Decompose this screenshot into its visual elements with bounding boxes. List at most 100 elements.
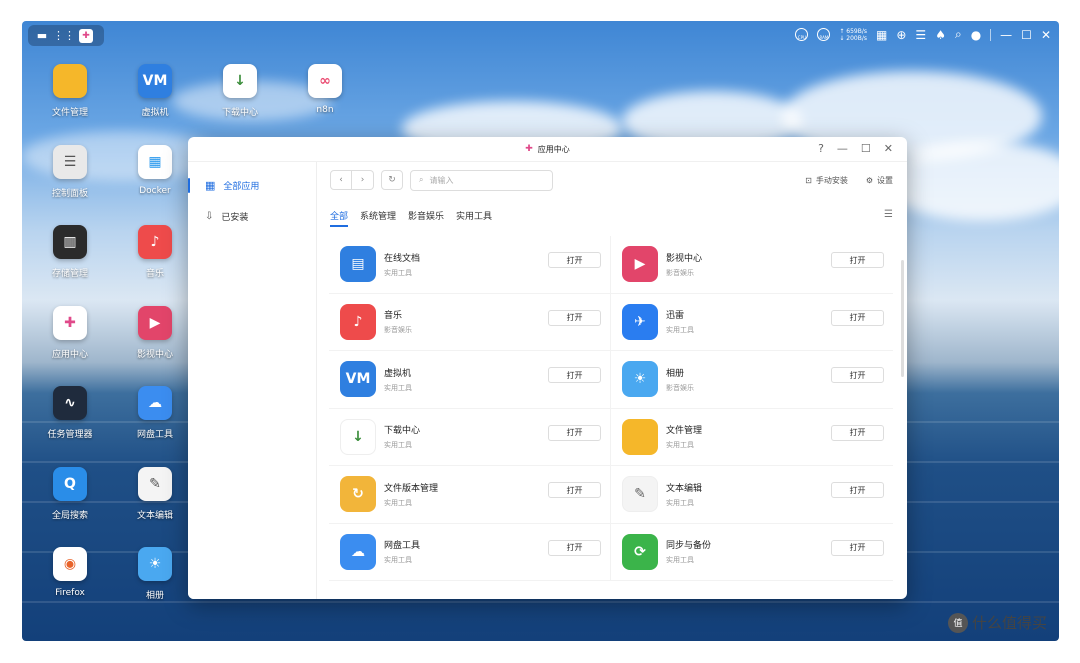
open-button[interactable]: 打开 — [831, 539, 884, 556]
search-input[interactable]: ⌕ 请输入 — [410, 169, 553, 191]
desktop-icon-music[interactable]: ♪ 音乐 — [115, 225, 195, 279]
desktop-icon-text-edit[interactable]: ✎ 文本编辑 — [115, 466, 195, 521]
app-item[interactable]: 文件管理 实用工具 打开 — [611, 409, 893, 466]
maximize-icon[interactable]: ☐ — [1021, 28, 1032, 42]
vm-icon: VM — [340, 361, 376, 398]
app-item[interactable]: ♪ 音乐 影音娱乐 打开 — [329, 293, 611, 350]
tab-system[interactable]: 系统管理 — [360, 207, 396, 227]
app-grid-icon[interactable]: ⋮⋮ — [53, 29, 75, 43]
search-icon[interactable]: ⌕ — [955, 27, 962, 42]
open-button[interactable]: 打开 — [831, 252, 884, 268]
desktop-icon-docker[interactable]: ▦ Docker — [115, 144, 195, 196]
sidebar-item-installed[interactable]: ⇩ 已安装 — [188, 201, 316, 232]
desktop-icon-label: 虚拟机 — [141, 108, 169, 118]
open-button[interactable]: 打开 — [548, 367, 601, 383]
desktop-icon-download[interactable]: ↓ 下载中心 — [200, 64, 280, 118]
minimize-button[interactable]: — — [837, 142, 848, 155]
user-icon[interactable]: ● — [971, 28, 981, 42]
maximize-button[interactable]: ☐ — [861, 142, 871, 155]
app-name: 影视中心 — [666, 253, 703, 264]
app-name: 文件版本管理 — [384, 483, 439, 494]
sidebar-item-all-apps[interactable]: ▦ 全部应用 — [188, 170, 316, 201]
app-name: 迅雷 — [666, 311, 685, 322]
ram-gauge-icon[interactable]: RAM — [817, 28, 831, 41]
app-info: 虚拟机 实用工具 — [384, 366, 412, 393]
settings-list-icon[interactable]: ☰ — [915, 28, 926, 42]
app-item[interactable]: ☀ 相册 影音娱乐 打开 — [611, 351, 893, 408]
open-button[interactable]: 打开 — [831, 309, 884, 326]
install-icon: ⊡ — [805, 175, 812, 185]
desktop-icon-label: 任务管理器 — [47, 430, 93, 440]
scrollbar[interactable] — [901, 260, 904, 377]
desktop-icon-control-panel[interactable]: ☰ 控制面板 — [30, 144, 110, 199]
back-button[interactable]: ‹ — [330, 170, 352, 190]
bell-icon[interactable]: ♠ — [935, 28, 946, 42]
desktop-icon-task-manager[interactable]: ∿ 任务管理器 — [30, 386, 110, 440]
window-titlebar[interactable]: ✚ 应用中心 — [188, 137, 907, 162]
xunlei-icon: ✈ — [622, 303, 658, 340]
filter-icon[interactable]: ☰ — [884, 209, 893, 220]
desktop-icon-folder[interactable]: 文件管理 — [30, 64, 110, 118]
desktop-icon-label: 网盘工具 — [136, 430, 173, 440]
settings-button[interactable]: ⚙ 设置 — [866, 175, 893, 186]
desktop-icon-vm[interactable]: VM 虚拟机 — [115, 64, 195, 118]
widgets-icon[interactable]: ▦ — [876, 28, 887, 42]
net-down: ↓ 200B/s — [839, 34, 868, 42]
desktop-icon-storage[interactable]: ▥ 存储管理 — [30, 225, 110, 279]
open-button[interactable]: 打开 — [831, 482, 884, 498]
app-center-running-icon[interactable]: ✚ — [79, 28, 93, 43]
app-item[interactable]: ↓ 下载中心 实用工具 打开 — [329, 408, 611, 465]
grid-icon: ▦ — [205, 179, 216, 192]
app-info: 迅雷 实用工具 — [666, 308, 694, 335]
globe-icon[interactable]: ⊕ — [896, 28, 906, 42]
open-button[interactable]: 打开 — [548, 539, 601, 556]
app-item[interactable]: ✎ 文本编辑 实用工具 打开 — [611, 466, 893, 523]
refresh-button[interactable]: ↻ — [381, 170, 403, 190]
open-button[interactable]: 打开 — [831, 424, 884, 441]
open-button[interactable]: 打开 — [548, 424, 601, 441]
close-icon[interactable]: ✕ — [1041, 28, 1051, 42]
desktop-icon-label: Firefox — [55, 588, 85, 598]
forward-button[interactable]: › — [352, 170, 374, 190]
app-center-icon: ✚ — [525, 144, 533, 154]
download-icon: ↓ — [223, 64, 257, 98]
app-info: 相册 影音娱乐 — [666, 366, 694, 393]
app-item[interactable]: VM 虚拟机 实用工具 打开 — [329, 351, 611, 408]
cpu-gauge-icon[interactable]: CPU — [795, 28, 809, 41]
desktop-icon-firefox[interactable]: ◉ Firefox — [30, 547, 110, 598]
desktop-icon-n8n[interactable]: ∞ n8n — [285, 64, 365, 115]
app-item[interactable]: ▶ 影视中心 影音娱乐 打开 — [611, 236, 893, 293]
tab-all[interactable]: 全部 — [330, 207, 349, 227]
open-button[interactable]: 打开 — [548, 252, 601, 268]
desktop-icon-search[interactable]: Q 全局搜索 — [30, 466, 110, 521]
app-row: ↓ 下载中心 实用工具 打开 文件管理 实用工具 打开 — [329, 408, 893, 466]
app-item[interactable]: ☁ 网盘工具 实用工具 打开 — [329, 523, 611, 580]
app-center-window: ✚ 应用中心 ? — ☐ ✕ ▦ 全部应用 ⇩ 已安装 ‹ › ↻ ⌕ 请输入 … — [188, 137, 907, 599]
music-icon: ♪ — [340, 303, 376, 340]
tab-tools[interactable]: 实用工具 — [456, 207, 492, 227]
desktop-icon-video[interactable]: ▶ 影视中心 — [115, 305, 195, 360]
open-button[interactable]: 打开 — [548, 309, 601, 326]
desktop-icon-cloud-drive[interactable]: ☁ 网盘工具 — [115, 386, 195, 440]
open-button[interactable]: 打开 — [831, 367, 884, 383]
task-manager-icon: ∿ — [53, 386, 87, 420]
desktop-icon[interactable]: ▬ — [35, 29, 49, 43]
folder-icon — [622, 418, 658, 455]
close-button[interactable]: ✕ — [884, 142, 893, 155]
text-edit-icon: ✎ — [622, 476, 658, 513]
app-item[interactable]: ⟳ 同步与备份 实用工具 打开 — [611, 524, 893, 581]
desktop-icon-app-center[interactable]: ✚ 应用中心 — [30, 305, 110, 360]
search-icon: ⌕ — [419, 175, 424, 184]
network-speed[interactable]: ↑ 659B/s ↓ 200B/s — [839, 28, 867, 42]
firefox-icon: ◉ — [53, 547, 87, 581]
help-button[interactable]: ? — [818, 142, 824, 155]
open-button[interactable]: 打开 — [548, 482, 601, 498]
minimize-icon[interactable]: — — [1000, 28, 1012, 42]
file-version-icon: ↻ — [340, 476, 376, 513]
app-item[interactable]: ↻ 文件版本管理 实用工具 打开 — [329, 466, 611, 523]
app-item[interactable]: ▤ 在线文档 实用工具 打开 — [329, 236, 611, 293]
app-item[interactable]: ✈ 迅雷 实用工具 打开 — [611, 294, 893, 351]
tab-media[interactable]: 影音娱乐 — [408, 207, 444, 227]
desktop-icon-photos[interactable]: ☀ 相册 — [115, 547, 195, 601]
manual-install-button[interactable]: ⊡ 手动安装 — [805, 175, 848, 186]
